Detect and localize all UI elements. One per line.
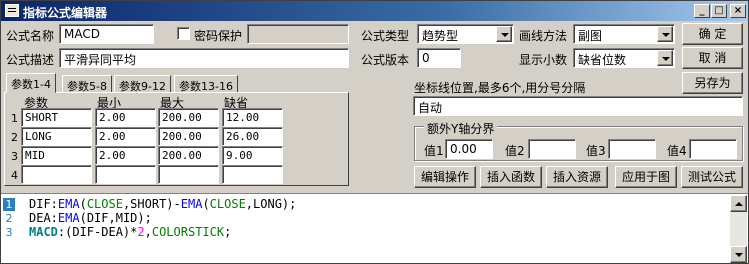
chevron-down-icon[interactable] xyxy=(657,26,673,42)
scroll-down-icon[interactable] xyxy=(730,246,747,263)
extra-y-axis-title: 额外Y轴分界 xyxy=(424,120,498,137)
param-max-input[interactable]: 200.00 xyxy=(158,108,219,127)
scroll-up-icon[interactable] xyxy=(730,195,747,212)
code-editor[interactable]: 1 2 3 DIF:EMA(CLOSE,SHORT)-EMA(CLOSE,LON… xyxy=(1,193,748,263)
value4-input[interactable] xyxy=(689,139,737,159)
window-title: 指标公式编辑器 xyxy=(23,6,108,20)
value1-label: 值1 xyxy=(424,144,444,158)
ok-button[interactable]: 确 定 xyxy=(682,23,743,45)
decimals-value: 缺省位数 xyxy=(578,53,627,67)
line-number: 3 xyxy=(5,226,13,239)
close-button[interactable]: × xyxy=(730,4,746,18)
edit-operations-button[interactable]: 编辑操作 xyxy=(414,166,476,188)
password-label: 密码保护 xyxy=(194,29,243,43)
tab-params-9-12[interactable]: 参数9-12 xyxy=(114,75,171,93)
row-number: 4 xyxy=(11,169,18,182)
formula-type-select[interactable]: 趋势型 xyxy=(417,24,514,44)
param-min-input[interactable] xyxy=(95,165,156,184)
formula-desc-input[interactable]: 平滑异同平均 xyxy=(59,48,349,68)
line-number-gutter: 1 2 3 xyxy=(1,194,27,263)
param-name-input[interactable]: SHORT xyxy=(21,108,92,127)
line-number: 1 xyxy=(3,198,15,211)
cancel-button[interactable]: 取 消 xyxy=(682,47,743,69)
row-number: 2 xyxy=(11,131,18,144)
test-formula-button[interactable]: 测试公式 xyxy=(681,166,743,188)
value2-label: 值2 xyxy=(505,144,525,158)
code-line[interactable]: DEA:EMA(DIF,MID); xyxy=(29,212,152,225)
formula-editor-window: 指标公式编辑器 _ □ × 公式名称 MACD 密码保护 公式类型 趋势型 画线… xyxy=(0,0,749,264)
draw-method-select[interactable]: 副图 xyxy=(573,24,675,44)
param-max-input[interactable] xyxy=(158,165,219,184)
line-number: 2 xyxy=(5,212,13,225)
param-min-input[interactable]: 2.00 xyxy=(95,146,156,165)
password-checkbox[interactable] xyxy=(177,27,190,40)
param-default-input[interactable] xyxy=(222,165,283,184)
apply-to-chart-button[interactable]: 应用于图 xyxy=(615,166,677,188)
tab-params-5-8[interactable]: 参数5-8 xyxy=(62,75,112,93)
chevron-down-icon[interactable] xyxy=(496,26,512,42)
decimals-label: 显示小数 xyxy=(519,53,568,67)
row-number: 1 xyxy=(11,112,18,125)
code-line[interactable]: DIF:EMA(CLOSE,SHORT)-EMA(CLOSE,LONG); xyxy=(29,198,296,211)
maximize-button[interactable]: □ xyxy=(711,4,727,18)
draw-method-label: 画线方法 xyxy=(519,29,568,43)
app-icon xyxy=(5,4,19,17)
param-min-input[interactable]: 2.00 xyxy=(95,108,156,127)
formula-desc-label: 公式描述 xyxy=(6,53,55,67)
tab-params-13-16[interactable]: 参数13-16 xyxy=(174,75,238,93)
param-name-input[interactable]: LONG xyxy=(21,127,92,146)
axis-line-input[interactable]: 自动 xyxy=(413,96,743,116)
save-as-button[interactable]: 另存为 xyxy=(682,72,743,94)
param-default-input[interactable]: 9.00 xyxy=(222,146,283,165)
password-input xyxy=(247,24,349,44)
code-line[interactable]: MACD:(DIF-DEA)*2,COLORSTICK; xyxy=(29,226,231,239)
draw-method-value: 副图 xyxy=(578,29,603,43)
param-default-input[interactable]: 26.00 xyxy=(222,127,283,146)
formula-version-input[interactable]: 0 xyxy=(417,48,461,68)
formula-name-label: 公式名称 xyxy=(6,29,55,43)
param-max-input[interactable]: 200.00 xyxy=(158,127,219,146)
param-name-input[interactable]: MID xyxy=(21,146,92,165)
formula-name-input[interactable]: MACD xyxy=(59,24,154,44)
formula-type-value: 趋势型 xyxy=(422,29,459,43)
formula-type-label: 公式类型 xyxy=(361,29,410,43)
chevron-down-icon[interactable] xyxy=(657,50,673,66)
value3-label: 值3 xyxy=(586,144,606,158)
tab-params-1-4[interactable]: 参数1-4 xyxy=(6,73,56,93)
row-number: 3 xyxy=(11,150,18,163)
value1-input[interactable]: 0.00 xyxy=(445,139,493,159)
axis-line-label: 坐标线位置,最多6个,用分号分隔 xyxy=(414,81,586,95)
formula-version-label: 公式版本 xyxy=(361,53,410,67)
insert-resource-button[interactable]: 插入资源 xyxy=(546,166,608,188)
title-bar[interactable]: 指标公式编辑器 _ □ × xyxy=(1,1,748,21)
minimize-button[interactable]: _ xyxy=(694,4,710,18)
value3-input[interactable] xyxy=(608,139,656,159)
decimals-select[interactable]: 缺省位数 xyxy=(573,48,675,68)
editor-scrollbar[interactable] xyxy=(730,195,747,263)
value4-label: 值4 xyxy=(667,144,687,158)
value2-input[interactable] xyxy=(528,139,576,159)
param-max-input[interactable]: 200.00 xyxy=(158,146,219,165)
param-min-input[interactable]: 2.00 xyxy=(95,127,156,146)
insert-function-button[interactable]: 插入函数 xyxy=(480,166,542,188)
param-default-input[interactable]: 12.00 xyxy=(222,108,283,127)
param-name-input[interactable] xyxy=(21,165,92,184)
